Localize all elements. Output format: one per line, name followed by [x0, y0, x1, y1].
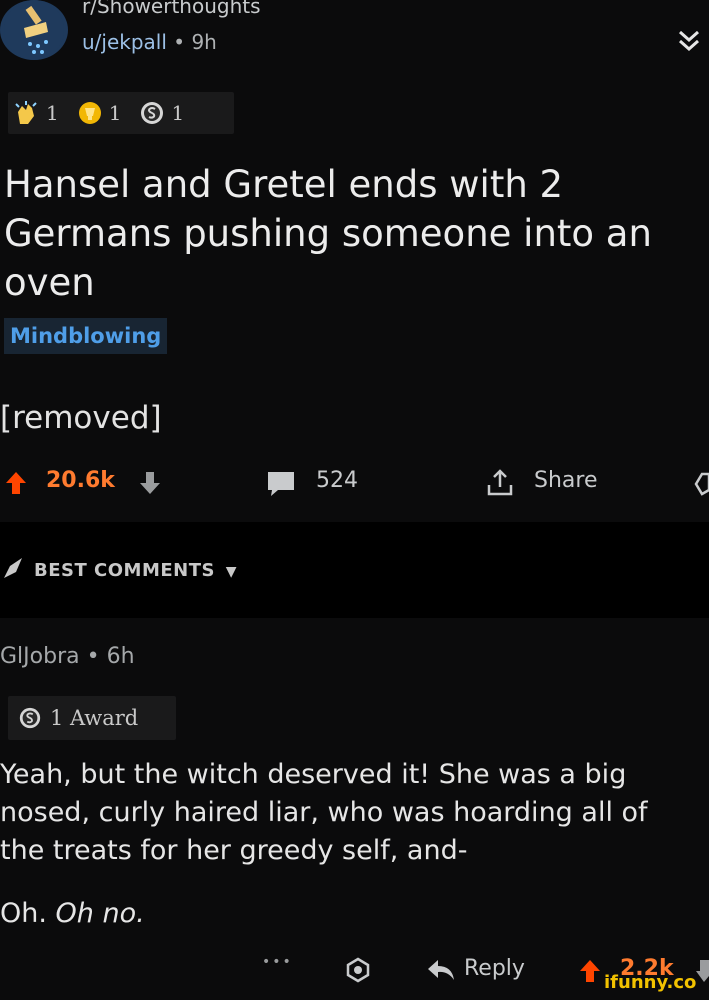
- clapping-hands-icon: [15, 101, 37, 124]
- award-icon[interactable]: [344, 956, 372, 984]
- subreddit-name[interactable]: r/Showerthoughts: [82, 0, 261, 18]
- reply-button[interactable]: Reply: [464, 956, 525, 981]
- more-options-icon[interactable]: •••: [262, 954, 293, 970]
- comment-action-bar: ••• Reply 2.2k: [0, 948, 709, 996]
- subreddit-avatar[interactable]: [0, 0, 68, 60]
- comment-awards[interactable]: 1 Award: [8, 696, 176, 740]
- post-flair[interactable]: Mindblowing: [4, 318, 168, 354]
- comment-age: 6h: [106, 644, 135, 669]
- award-trophy: 1: [77, 100, 122, 126]
- rocket-icon: [4, 558, 22, 578]
- award-count: 1: [171, 101, 185, 125]
- post-author[interactable]: u/jekpall: [82, 30, 167, 54]
- meta-separator: •: [86, 644, 107, 669]
- silver-coin-icon: [19, 707, 41, 729]
- downvote-arrow-icon[interactable]: [138, 470, 162, 496]
- post-body: [removed]: [0, 400, 162, 436]
- award-count: 1: [46, 101, 59, 125]
- post-awards[interactable]: 1 1 1: [8, 92, 234, 134]
- comment-punchline-2: Oh no.: [55, 898, 145, 929]
- award-silver: 1: [139, 100, 184, 126]
- silver-coin-icon: [141, 102, 164, 124]
- comment-punchline: Oh. Oh no.: [0, 898, 145, 929]
- comment-bubble-icon[interactable]: [266, 470, 296, 498]
- award-icon[interactable]: [694, 470, 709, 496]
- award-clapping: 1: [14, 100, 59, 126]
- upvote-arrow-icon[interactable]: [4, 470, 28, 496]
- downvote-arrow-icon[interactable]: [696, 958, 709, 984]
- comment-punchline-1: Oh.: [0, 898, 47, 929]
- sort-label: BEST COMMENTS: [34, 560, 215, 581]
- collapse-chevron-icon[interactable]: [676, 28, 702, 60]
- comment-sort-selector[interactable]: BEST COMMENTS ▼: [34, 560, 237, 581]
- comment-award-label: 1 Award: [50, 706, 139, 730]
- award-count: 1: [108, 101, 122, 125]
- post-action-bar: 20.6k 524 Share: [0, 458, 709, 508]
- post-age: 9h: [191, 30, 217, 54]
- caret-down-icon: ▼: [225, 564, 238, 580]
- comment-author[interactable]: GlJobra: [0, 644, 80, 669]
- comment-meta: GlJobra • 6h: [0, 644, 135, 669]
- post-comment-count[interactable]: 524: [316, 468, 358, 493]
- share-button[interactable]: Share: [534, 468, 598, 493]
- post-meta: u/jekpall • 9h: [82, 30, 217, 54]
- ifunny-watermark: ifunny.co: [604, 972, 697, 993]
- meta-separator: •: [173, 30, 192, 54]
- share-icon[interactable]: [486, 468, 514, 498]
- gold-trophy-icon: [78, 102, 101, 124]
- reply-arrow-icon[interactable]: [426, 958, 456, 982]
- upvote-arrow-icon[interactable]: [578, 958, 602, 984]
- post-title[interactable]: Hansel and Gretel ends with 2 Germans pu…: [4, 160, 684, 307]
- shower-icon: [4, 0, 64, 60]
- comment-body: Yeah, but the witch deserved it! She was…: [0, 759, 648, 866]
- post-vote-count: 20.6k: [46, 468, 115, 493]
